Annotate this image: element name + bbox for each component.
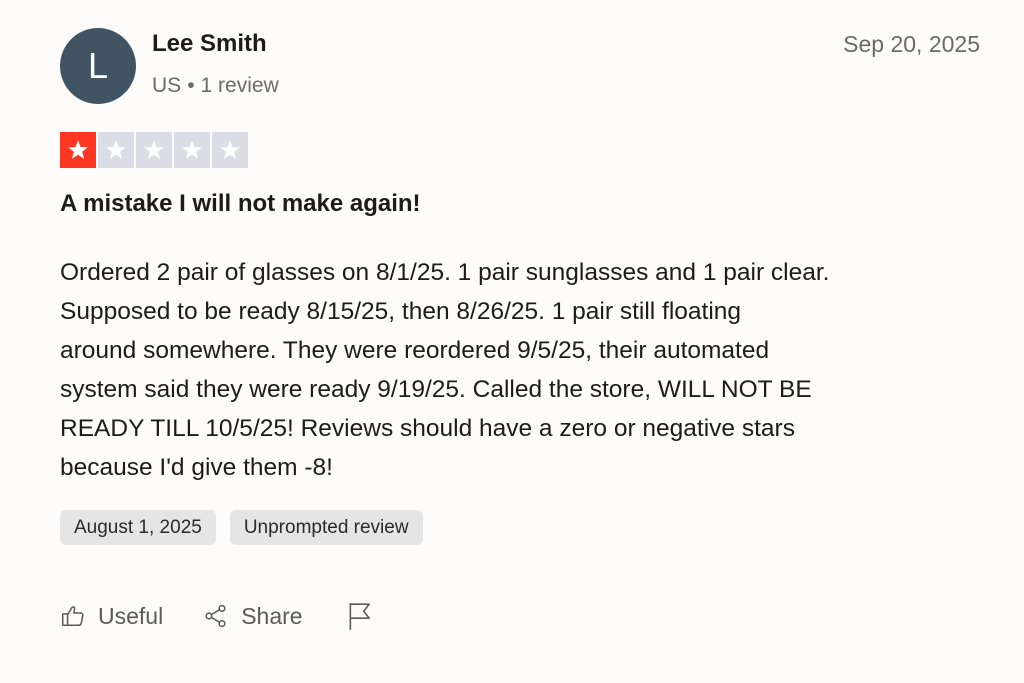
avatar[interactable]: L <box>60 28 136 104</box>
review-actions: Useful Share <box>60 596 373 636</box>
share-label: Share <box>241 602 303 629</box>
star-empty-icon <box>174 132 210 168</box>
review-type-badge[interactable]: Unprompted review <box>229 510 423 545</box>
experience-date-badge: August 1, 2025 <box>60 510 216 545</box>
meta-separator: • <box>187 74 195 97</box>
reviewer-name[interactable]: Lee Smith <box>152 30 267 58</box>
avatar-initial: L <box>87 45 109 86</box>
useful-button[interactable]: Useful <box>60 603 163 630</box>
thumbs-up-icon <box>60 603 86 629</box>
star-empty-icon <box>98 132 134 168</box>
review-tags: August 1, 2025 Unprompted review <box>60 510 423 545</box>
reviewer-review-count: 1 review <box>200 74 279 97</box>
star-empty-icon <box>212 132 248 168</box>
review-date: Sep 20, 2025 <box>843 31 980 57</box>
flag-icon <box>347 601 373 631</box>
review-body-line: Supposed to be ready 8/15/25, then 8/26/… <box>60 298 742 325</box>
review-body-line: around somewhere. They were reordered 9/… <box>60 337 770 364</box>
star-rating <box>60 132 248 168</box>
star-empty-icon <box>136 132 172 168</box>
useful-label: Useful <box>98 602 164 629</box>
report-button[interactable] <box>347 601 373 631</box>
reviewer-country: US <box>152 74 182 97</box>
review-body-line: because I'd give them -8! <box>60 454 333 481</box>
share-button[interactable]: Share <box>203 602 303 630</box>
review-title[interactable]: A mistake I will not make again! <box>60 190 421 218</box>
review-body-line: Ordered 2 pair of glasses on 8/1/25. 1 p… <box>60 259 830 286</box>
review-body-line: READY TILL 10/5/25! Reviews should have … <box>60 415 795 442</box>
review-card: L Lee Smith US • 1 review Sep 20, 2025 A m… <box>0 0 1024 683</box>
review-body: Ordered 2 pair of glasses on 8/1/25. 1 p… <box>60 253 980 487</box>
share-icon <box>203 603 229 629</box>
review-body-line: system said they were ready 9/19/25. Cal… <box>60 376 812 403</box>
star-filled-icon <box>60 132 96 168</box>
reviewer-meta: US • 1 review <box>152 74 279 98</box>
